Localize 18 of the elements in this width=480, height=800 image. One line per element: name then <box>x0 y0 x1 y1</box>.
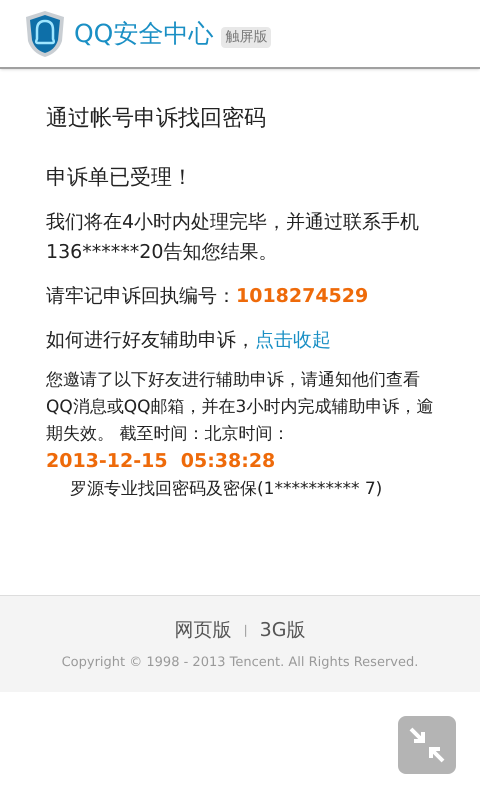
page-title: 通过帐号申诉找回密码 <box>46 105 267 133</box>
collapse-link[interactable]: 点击收起 <box>255 325 331 355</box>
copyright-text: Copyright © 1998 - 2013 Tencent. All Rights Reserved. <box>62 654 418 672</box>
app-title: QQ安全中心 <box>74 18 214 50</box>
shield-logo-icon <box>24 8 66 58</box>
receipt-number: 1018274529 <box>236 284 368 309</box>
notice-text: 您邀请了以下好友进行辅助申诉，请通知他们查看QQ消息或QQ邮箱，并在3小时内完成辅助申诉，逾期失效。 截至时间：北京时间： 2013-12-15 05:38:28 <box>46 369 434 474</box>
shrink-arrows-icon <box>407 725 447 765</box>
receipt-label: 请牢记申诉回执编号： <box>46 284 236 309</box>
separator: | <box>244 622 248 640</box>
friend-entry: 罗源专业找回密码及密保(1********** 7) <box>69 478 384 501</box>
version-label: 触屏版 <box>221 27 272 48</box>
footer-link[interactable]: 3G版 <box>260 616 306 644</box>
shrink-button[interactable] <box>398 716 456 774</box>
friend-help-label: 如何进行好友辅助申诉， <box>46 328 255 353</box>
status-text: 申诉单已受理！ <box>46 164 194 191</box>
footer-link[interactable]: 网页版 <box>174 616 232 644</box>
result-message: 我们将在4小时内处理完毕，并通过联系手机136******20告知您结果。 <box>46 210 420 265</box>
